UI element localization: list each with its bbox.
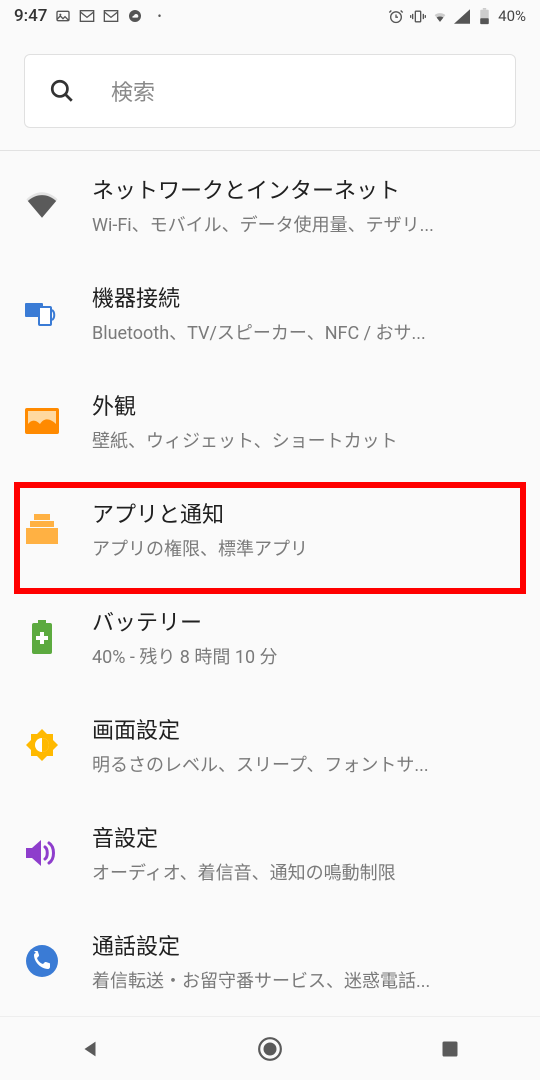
nav-home-button[interactable] (250, 1029, 290, 1069)
devices-icon (24, 295, 60, 331)
setting-desc: 着信転送・お留守番サービス、迷惑電話... (92, 967, 516, 993)
display-icon (24, 403, 60, 439)
setting-desc: オーディオ、着信音、通知の鳴動制限 (92, 859, 516, 885)
setting-title: アプリと通知 (92, 497, 516, 529)
setting-call[interactable]: 通話設定 着信転送・お留守番サービス、迷惑電話... (0, 907, 540, 1015)
cloud-notif-icon (127, 8, 143, 24)
setting-title: 音設定 (92, 821, 516, 853)
setting-title: バッテリー (92, 605, 516, 637)
setting-sound[interactable]: 音設定 オーディオ、着信音、通知の鳴動制限 (0, 799, 540, 907)
status-left: 9:47 • (14, 6, 167, 26)
setting-network[interactable]: ネットワークとインターネット Wi-Fi、モバイル、データ使用量、テザリ... (0, 151, 540, 259)
status-bar: 9:47 • 40% (0, 0, 540, 32)
battery-settings-icon (24, 619, 60, 655)
settings-list: ネットワークとインターネット Wi-Fi、モバイル、データ使用量、テザリ... … (0, 151, 540, 1015)
sound-icon (24, 835, 60, 871)
setting-text: 外観 壁紙、ウィジェット、ショートカット (92, 389, 516, 453)
setting-text: 画面設定 明るさのレベル、スリープ、フォントサ... (92, 713, 516, 777)
setting-title: 通話設定 (92, 929, 516, 961)
more-notif-icon: • (151, 8, 167, 24)
setting-text: 機器接続 Bluetooth、TV/スピーカー、NFC / おサ... (92, 281, 516, 345)
brightness-icon (24, 727, 60, 763)
wifi-settings-icon (24, 187, 60, 223)
setting-text: アプリと通知 アプリの権限、標準アプリ (92, 497, 516, 561)
setting-battery[interactable]: バッテリー 40% - 残り 8 時間 10 分 (0, 583, 540, 691)
setting-desc: 40% - 残り 8 時間 10 分 (92, 643, 516, 669)
phone-icon (24, 943, 60, 979)
status-time: 9:47 (14, 6, 47, 26)
status-right: 40% (388, 7, 526, 25)
setting-devices[interactable]: 機器接続 Bluetooth、TV/スピーカー、NFC / おサ... (0, 259, 540, 367)
setting-text: 音設定 オーディオ、着信音、通知の鳴動制限 (92, 821, 516, 885)
search-container: 検索 (0, 32, 540, 150)
setting-desc: Bluetooth、TV/スピーカー、NFC / おサ... (92, 319, 516, 345)
setting-text: 通話設定 着信転送・お留守番サービス、迷惑電話... (92, 929, 516, 993)
setting-apps[interactable]: アプリと通知 アプリの権限、標準アプリ (0, 475, 540, 583)
vibrate-icon (410, 8, 426, 24)
search-placeholder: 検索 (111, 75, 155, 107)
nav-back-button[interactable] (70, 1029, 110, 1069)
search-icon (49, 78, 75, 104)
setting-desc: 壁紙、ウィジェット、ショートカット (92, 427, 516, 453)
mail-notif-icon-2 (103, 8, 119, 24)
battery-pct: 40% (498, 7, 526, 25)
signal-icon (454, 8, 470, 24)
setting-screen[interactable]: 画面設定 明るさのレベル、スリープ、フォントサ... (0, 691, 540, 799)
setting-desc: アプリの権限、標準アプリ (92, 535, 516, 561)
setting-title: ネットワークとインターネット (92, 173, 516, 205)
setting-title: 機器接続 (92, 281, 516, 313)
setting-desc: Wi-Fi、モバイル、データ使用量、テザリ... (92, 211, 516, 237)
setting-display[interactable]: 外観 壁紙、ウィジェット、ショートカット (0, 367, 540, 475)
wifi-icon (432, 8, 448, 24)
setting-title: 外観 (92, 389, 516, 421)
nav-bar (0, 1016, 540, 1080)
battery-icon (476, 8, 492, 24)
alarm-icon (388, 8, 404, 24)
setting-title: 画面設定 (92, 713, 516, 745)
apps-icon (24, 511, 60, 547)
nav-recents-button[interactable] (430, 1029, 470, 1069)
setting-text: バッテリー 40% - 残り 8 時間 10 分 (92, 605, 516, 669)
image-notif-icon (55, 8, 71, 24)
setting-text: ネットワークとインターネット Wi-Fi、モバイル、データ使用量、テザリ... (92, 173, 516, 237)
search-box[interactable]: 検索 (24, 54, 516, 128)
mail-notif-icon (79, 8, 95, 24)
setting-desc: 明るさのレベル、スリープ、フォントサ... (92, 751, 516, 777)
